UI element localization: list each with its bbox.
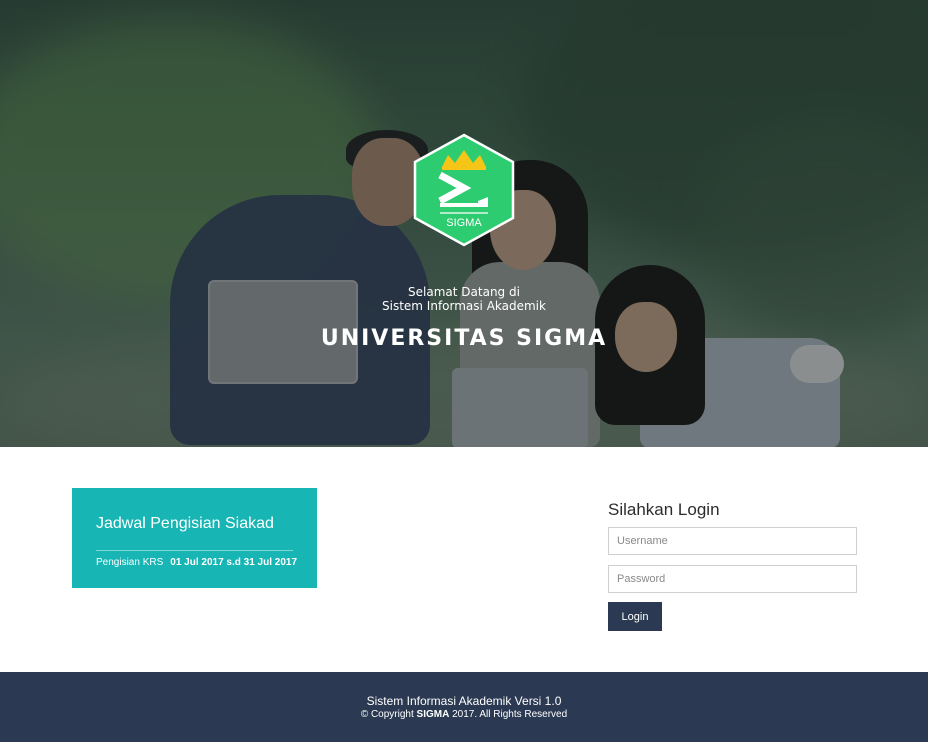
copyright-brand: SIGMA [416,709,450,720]
logo-text: SIGMA [446,217,482,229]
footer-version: Sistem Informasi Akademik Versi 1.0 [366,694,562,708]
schedule-row: Pengisian KRS 01 Jul 2017 s.d 31 Jul 2017 [96,557,297,568]
schedule-title: Jadwal Pengisian Siakad [96,515,274,532]
sigma-crown-logo-icon: SIGMA [413,133,515,247]
password-input[interactable] [608,565,857,593]
schedule-divider [96,550,293,551]
schedule-dates: 01 Jul 2017 s.d 31 Jul 2017 [170,557,298,568]
welcome-subtext: Sistem Informasi Akademik [382,299,546,313]
schedule-panel: Jadwal Pengisian Siakad Pengisian KRS 01 … [72,488,317,588]
schedule-label: Pengisian KRS [96,557,164,568]
login-button[interactable]: Login [608,602,662,631]
copyright-prefix: © Copyright [360,709,414,720]
login-title: Silahkan Login [608,500,720,519]
welcome-text: Selamat Datang di [408,285,520,299]
username-input[interactable] [608,527,857,555]
university-name: UNIVERSITAS SIGMA [320,326,608,351]
footer: Sistem Informasi Akademik Versi 1.0 © Co… [0,672,928,742]
footer-copyright: © Copyright SIGMA 2017. All Rights Reser… [0,709,928,720]
copyright-suffix: 2017. All Rights Reserved [452,709,568,720]
hero-banner: SIGMA Selamat Datang di Sistem Informasi… [0,0,928,447]
